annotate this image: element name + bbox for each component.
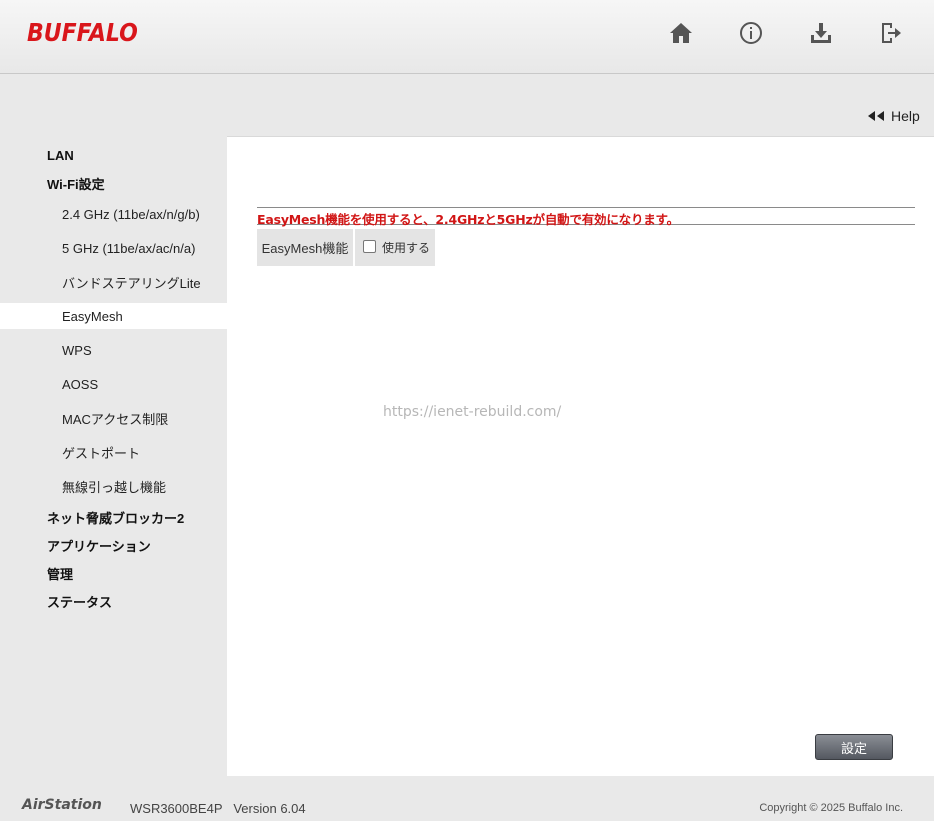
sidebar-item-5ghz[interactable]: 5 GHz (11be/ax/ac/n/a) bbox=[0, 235, 227, 261]
airstation-logo: AirStation bbox=[22, 797, 102, 813]
sidebar-item-wps[interactable]: WPS bbox=[0, 337, 227, 363]
sidebar-item-24ghz[interactable]: 2.4 GHz (11be/ax/n/g/b) bbox=[0, 201, 227, 227]
sidebar-item-threat-blocker[interactable]: ネット脅威ブロッカー2 bbox=[0, 504, 227, 530]
sidebar-item-guest-port[interactable]: ゲストポート bbox=[0, 439, 227, 465]
easymesh-notice: EasyMesh機能を使用すると、2.4GHzと5GHzが自動で有効になります。 bbox=[257, 207, 915, 227]
sidebar-item-wifi-settings[interactable]: Wi-Fi設定 bbox=[0, 170, 227, 196]
logout-icon[interactable] bbox=[878, 20, 904, 46]
save-button[interactable]: 設定 bbox=[815, 734, 893, 760]
firmware-version: Version 6.04 bbox=[233, 801, 306, 816]
copyright: Copyright © 2025 Buffalo Inc. bbox=[759, 802, 903, 814]
sidebar-item-management[interactable]: 管理 bbox=[0, 560, 227, 586]
easymesh-field-label: EasyMesh機能 bbox=[257, 229, 353, 266]
help-label: Help bbox=[891, 108, 920, 124]
sidebar-item-status[interactable]: ステータス bbox=[0, 588, 227, 614]
easymesh-enable-checkbox[interactable] bbox=[363, 240, 376, 253]
easymesh-enable-label[interactable]: 使用する bbox=[382, 239, 430, 256]
home-icon[interactable] bbox=[668, 20, 694, 46]
sidebar-item-band-steering[interactable]: バンドステアリングLite bbox=[0, 269, 227, 295]
easymesh-form-row: EasyMesh機能 使用する bbox=[257, 229, 435, 266]
model-name: WSR3600BE4P bbox=[130, 801, 223, 816]
double-left-arrow-icon bbox=[868, 111, 884, 121]
buffalo-logo[interactable]: BUFFALO bbox=[27, 18, 138, 47]
sidebar-item-mac-access[interactable]: MACアクセス制限 bbox=[0, 405, 227, 431]
download-icon[interactable] bbox=[808, 20, 834, 46]
sidebar-item-wireless-move[interactable]: 無線引っ越し機能 bbox=[0, 473, 227, 499]
sidebar-item-applications[interactable]: アプリケーション bbox=[0, 532, 227, 558]
content-panel: EasyMesh機能を使用すると、2.4GHzと5GHzが自動で有効になります。… bbox=[227, 136, 934, 776]
info-icon[interactable] bbox=[738, 20, 764, 46]
easymesh-field-value: 使用する bbox=[355, 229, 435, 266]
help-toggle[interactable]: Help bbox=[867, 108, 920, 124]
watermark-url: https://ienet-rebuild.com/ bbox=[383, 404, 562, 420]
sidebar-item-lan[interactable]: LAN bbox=[0, 142, 227, 168]
footer-model-version: WSR3600BE4P Version 6.04 bbox=[130, 801, 306, 816]
sidebar-item-easymesh[interactable]: EasyMesh bbox=[0, 303, 227, 329]
sidebar-item-aoss[interactable]: AOSS bbox=[0, 371, 227, 397]
header-bar: BUFFALO bbox=[0, 0, 934, 74]
